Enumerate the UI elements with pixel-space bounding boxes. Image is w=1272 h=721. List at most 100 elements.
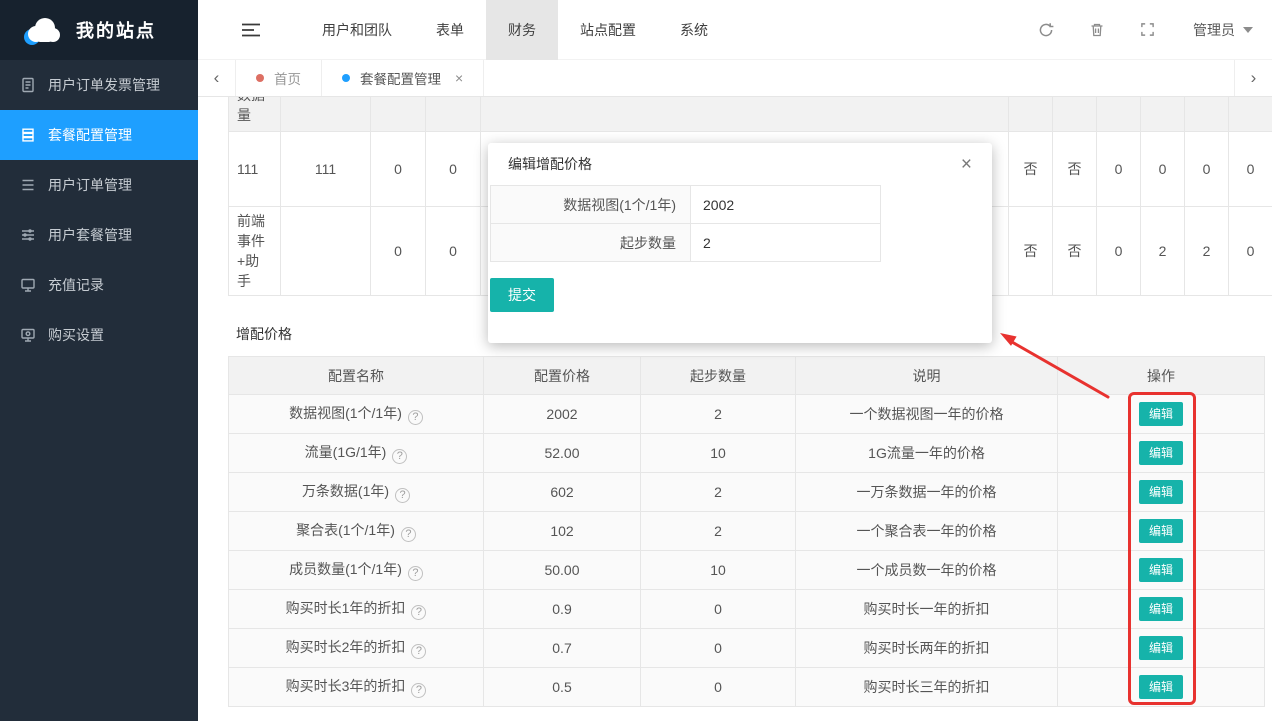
action-cell: 编辑 bbox=[1058, 551, 1265, 590]
column-header-min-qty: 起步数量 bbox=[641, 357, 796, 395]
desc-cell: 1G流量一年的价格 bbox=[796, 434, 1058, 473]
purchase-settings-icon bbox=[20, 327, 38, 343]
price-cell: 602 bbox=[484, 473, 641, 512]
tab-dot bbox=[342, 74, 350, 82]
help-icon[interactable]: ? bbox=[411, 683, 426, 698]
cell: 0 bbox=[1229, 207, 1272, 296]
action-cell: 编辑 bbox=[1058, 434, 1265, 473]
edit-button[interactable]: 编辑 bbox=[1139, 480, 1183, 504]
config-name: 流量(1G/1年) bbox=[305, 444, 387, 460]
nav-item-users-teams[interactable]: 用户和团队 bbox=[300, 0, 414, 60]
min-qty-cell: 0 bbox=[641, 668, 796, 707]
submit-button[interactable]: 提交 bbox=[490, 278, 554, 312]
field-label: 起步数量 bbox=[491, 224, 691, 262]
chevron-down-icon bbox=[1243, 27, 1253, 33]
help-icon[interactable]: ? bbox=[411, 644, 426, 659]
tab-home[interactable]: 首页 bbox=[236, 60, 322, 96]
sidebar-item-user-package[interactable]: 用户套餐管理 bbox=[0, 210, 198, 260]
config-price-input[interactable] bbox=[691, 187, 880, 223]
nav-item-system[interactable]: 系统 bbox=[658, 0, 730, 60]
help-icon[interactable]: ? bbox=[392, 449, 407, 464]
config-name: 购买时长3年的折扣 bbox=[286, 678, 406, 694]
cell: 2 bbox=[1185, 207, 1229, 296]
edit-button[interactable]: 编辑 bbox=[1139, 519, 1183, 543]
column-header-actions: 操作 bbox=[1058, 357, 1265, 395]
modal-title: 编辑增配价格 bbox=[508, 154, 592, 174]
column-header bbox=[1185, 97, 1229, 132]
sidebar-item-label: 购买设置 bbox=[48, 325, 104, 345]
min-qty-cell: 2 bbox=[641, 512, 796, 551]
sidebar-item-label: 用户订单发票管理 bbox=[48, 75, 160, 95]
table-header-row: 配置名称 配置价格 起步数量 说明 操作 bbox=[229, 357, 1265, 395]
cell bbox=[281, 207, 371, 296]
edit-button[interactable]: 编辑 bbox=[1139, 402, 1183, 426]
invoice-icon bbox=[20, 77, 38, 93]
help-icon[interactable]: ? bbox=[411, 605, 426, 620]
sidebar-item-user-order[interactable]: 用户订单管理 bbox=[0, 160, 198, 210]
cell: 前端事件+助手 bbox=[229, 207, 281, 296]
cell: 0 bbox=[371, 132, 426, 207]
tab-close-icon[interactable]: × bbox=[455, 70, 463, 86]
table-row: 购买时长2年的折扣? 0.7 0 购买时长两年的折扣 编辑 bbox=[229, 629, 1265, 668]
config-name-cell: 万条数据(1年)? bbox=[229, 473, 484, 512]
price-cell: 102 bbox=[484, 512, 641, 551]
sidebar-item-recharge-record[interactable]: 充值记录 bbox=[0, 260, 198, 310]
close-icon[interactable]: × bbox=[961, 155, 972, 174]
sidebar-item-purchase-settings[interactable]: 购买设置 bbox=[0, 310, 198, 360]
column-header-description: 说明 bbox=[796, 357, 1058, 395]
price-config-table: 配置名称 配置价格 起步数量 说明 操作 数据视图(1个/1年)? 2002 2… bbox=[228, 356, 1265, 707]
help-icon[interactable]: ? bbox=[408, 410, 423, 425]
nav-item-forms[interactable]: 表单 bbox=[414, 0, 486, 60]
edit-button[interactable]: 编辑 bbox=[1139, 636, 1183, 660]
column-header bbox=[281, 97, 371, 132]
min-qty-cell: 2 bbox=[641, 473, 796, 512]
tabs-scroll-right[interactable]: › bbox=[1234, 60, 1272, 96]
modal-body: 数据视图(1个/1年) 起步数量 提交 bbox=[488, 185, 992, 312]
edit-button[interactable]: 编辑 bbox=[1139, 675, 1183, 699]
min-qty-input[interactable] bbox=[691, 225, 880, 261]
cell: 0 bbox=[1141, 132, 1185, 207]
help-icon[interactable]: ? bbox=[408, 566, 423, 581]
min-qty-cell: 0 bbox=[641, 590, 796, 629]
desc-cell: 一个聚合表一年的价格 bbox=[796, 512, 1058, 551]
tab-bar: ‹ 首页 套餐配置管理 × › bbox=[198, 60, 1272, 97]
sidebar-item-user-order-invoice[interactable]: 用户订单发票管理 bbox=[0, 60, 198, 110]
cell: 否 bbox=[1009, 132, 1053, 207]
help-icon[interactable]: ? bbox=[395, 488, 410, 503]
cell: 0 bbox=[1185, 132, 1229, 207]
action-cell: 编辑 bbox=[1058, 395, 1265, 434]
user-label: 管理员 bbox=[1193, 20, 1235, 40]
price-cell: 52.00 bbox=[484, 434, 641, 473]
edit-button[interactable]: 编辑 bbox=[1139, 558, 1183, 582]
table-row: 聚合表(1个/1年)? 102 2 一个聚合表一年的价格 编辑 bbox=[229, 512, 1265, 551]
action-cell: 编辑 bbox=[1058, 512, 1265, 551]
menu-toggle-icon[interactable] bbox=[242, 23, 260, 37]
table-row: 成员数量(1个/1年)? 50.00 10 一个成员数一年的价格 编辑 bbox=[229, 551, 1265, 590]
table-row: 购买时长1年的折扣? 0.9 0 购买时长一年的折扣 编辑 bbox=[229, 590, 1265, 629]
sidebar-item-package-config[interactable]: 套餐配置管理 bbox=[0, 110, 198, 160]
tabs-scroll-left[interactable]: ‹ bbox=[198, 60, 236, 96]
nav-item-site-config[interactable]: 站点配置 bbox=[558, 0, 658, 60]
refresh-icon[interactable] bbox=[1038, 22, 1054, 38]
edit-button[interactable]: 编辑 bbox=[1139, 441, 1183, 465]
tab-dot bbox=[256, 74, 264, 82]
desc-cell: 一个数据视图一年的价格 bbox=[796, 395, 1058, 434]
edit-button[interactable]: 编辑 bbox=[1139, 597, 1183, 621]
config-name-cell: 数据视图(1个/1年)? bbox=[229, 395, 484, 434]
nav-item-finance[interactable]: 财务 bbox=[486, 0, 558, 60]
help-icon[interactable]: ? bbox=[401, 527, 416, 542]
modal-form: 数据视图(1个/1年) 起步数量 bbox=[490, 185, 881, 262]
fullscreen-icon[interactable] bbox=[1140, 22, 1155, 37]
config-name-cell: 购买时长2年的折扣? bbox=[229, 629, 484, 668]
sidebar: 我的站点 用户订单发票管理 套餐配置管理 用户订单管理 bbox=[0, 0, 198, 721]
price-cell: 0.9 bbox=[484, 590, 641, 629]
cell: 0 bbox=[1097, 132, 1141, 207]
user-package-icon bbox=[20, 227, 38, 243]
min-qty-cell: 10 bbox=[641, 434, 796, 473]
order-list-icon bbox=[20, 177, 38, 193]
trash-icon[interactable] bbox=[1089, 22, 1105, 38]
tab-label: 首页 bbox=[274, 68, 301, 88]
tab-package-config[interactable]: 套餐配置管理 × bbox=[322, 60, 484, 96]
column-header bbox=[481, 97, 1009, 132]
user-dropdown[interactable]: 管理员 bbox=[1193, 20, 1253, 40]
